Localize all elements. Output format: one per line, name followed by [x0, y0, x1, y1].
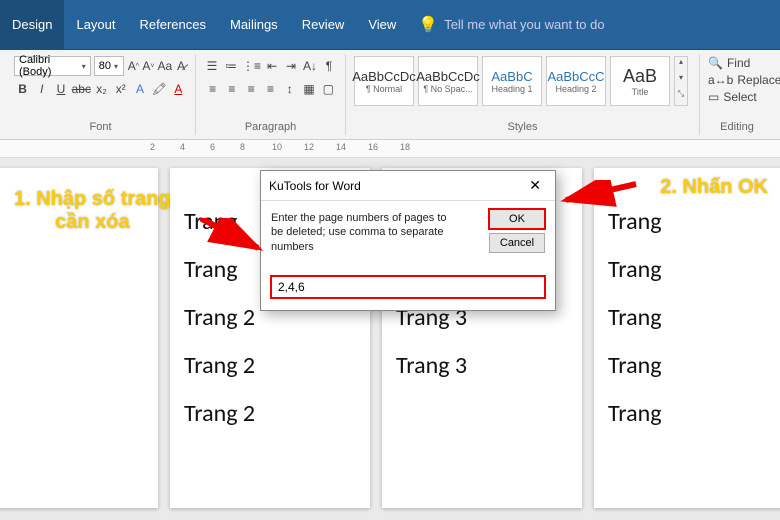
align-left-icon[interactable]: ≡ — [204, 79, 221, 99]
chevron-down-icon: ▾ — [114, 62, 118, 71]
arrow-1 — [200, 218, 270, 258]
replace-button[interactable]: a↔bReplace — [708, 73, 766, 87]
tab-view[interactable]: View — [356, 0, 408, 49]
cancel-button[interactable]: Cancel — [489, 233, 545, 253]
shrink-font-icon[interactable]: A˅ — [142, 56, 154, 76]
tab-design[interactable]: Design — [0, 0, 64, 49]
paragraph-group: ☰ ≔ ⋮≡ ⇤ ⇥ A↓ ¶ ≡ ≡ ≡ ≡ ↕ ▦ ▢ Paragraph — [196, 54, 346, 135]
shading-icon[interactable]: ▦ — [300, 79, 317, 99]
subscript-icon[interactable]: x₂ — [93, 79, 110, 99]
bullets-icon[interactable]: ☰ — [204, 56, 220, 76]
ok-button[interactable]: OK — [489, 209, 545, 229]
find-button[interactable]: 🔍Find — [708, 56, 766, 70]
bold-icon[interactable]: B — [14, 79, 31, 99]
dialog-title: KuTools for Word — [269, 179, 361, 193]
chevron-down-icon: ▾ — [82, 62, 86, 71]
page-col4[interactable]: Trang Trang Trang Trang Trang — [594, 168, 780, 508]
strike-icon[interactable]: abc — [72, 79, 91, 99]
font-group-label: Font — [14, 121, 187, 135]
annotation-2: 2. Nhấn OK — [660, 176, 768, 199]
highlight-icon[interactable]: 🖍 — [151, 79, 168, 99]
align-center-icon[interactable]: ≡ — [223, 79, 240, 99]
superscript-icon[interactable]: x² — [112, 79, 129, 99]
select-button[interactable]: ▭Select — [708, 90, 766, 104]
indent-left-icon[interactable]: ⇤ — [264, 56, 280, 76]
styles-group: AaBbCcDc¶ Normal AaBbCcDc¶ No Spac... Aa… — [346, 54, 700, 135]
text-effects-icon[interactable]: A — [131, 79, 148, 99]
change-case-icon[interactable]: Aa — [157, 56, 172, 76]
font-group: Calibri (Body)▾ 80▾ A^ A˅ Aa A̷ B I U ab… — [6, 54, 196, 135]
justify-icon[interactable]: ≡ — [262, 79, 279, 99]
style-title[interactable]: AaBTitle — [610, 56, 670, 106]
style-no-spacing[interactable]: AaBbCcDc¶ No Spac... — [418, 56, 478, 106]
tab-layout[interactable]: Layout — [64, 0, 127, 49]
underline-icon[interactable]: U — [52, 79, 69, 99]
font-size-select[interactable]: 80▾ — [94, 56, 125, 76]
pilcrow-icon[interactable]: ¶ — [321, 56, 337, 76]
ribbon-tabs: Design Layout References Mailings Review… — [0, 0, 780, 50]
paragraph-group-label: Paragraph — [204, 121, 337, 135]
indent-right-icon[interactable]: ⇥ — [283, 56, 299, 76]
clear-format-icon[interactable]: A̷ — [175, 56, 187, 76]
annotation-1: 1. Nhập số trang cần xóa — [14, 188, 171, 234]
tell-me-input[interactable]: Tell me what you want to do — [444, 0, 604, 49]
dialog-message: Enter the page numbers of pages to be de… — [271, 211, 461, 254]
style-heading2[interactable]: AaBbCcCHeading 2 — [546, 56, 606, 106]
italic-icon[interactable]: I — [33, 79, 50, 99]
grow-font-icon[interactable]: A^ — [127, 56, 139, 76]
arrow-2 — [560, 180, 640, 210]
multilevel-icon[interactable]: ⋮≡ — [242, 56, 261, 76]
styles-group-label: Styles — [354, 121, 691, 135]
find-icon: 🔍 — [708, 56, 723, 70]
kutools-dialog: KuTools for Word ✕ Enter the page number… — [260, 170, 556, 311]
style-heading1[interactable]: AaBbCHeading 1 — [482, 56, 542, 106]
page-numbers-input[interactable] — [271, 276, 545, 298]
style-normal[interactable]: AaBbCcDc¶ Normal — [354, 56, 414, 106]
select-icon: ▭ — [708, 90, 719, 104]
font-color-icon[interactable]: A — [170, 79, 187, 99]
editing-group: 🔍Find a↔bReplace ▭Select Editing — [700, 54, 774, 135]
editing-group-label: Editing — [708, 121, 766, 135]
line-spacing-icon[interactable]: ↕ — [281, 79, 298, 99]
replace-icon: a↔b — [708, 73, 733, 87]
lightbulb-icon: 💡 — [418, 0, 438, 49]
borders-icon[interactable]: ▢ — [320, 79, 337, 99]
align-right-icon[interactable]: ≡ — [243, 79, 260, 99]
numbering-icon[interactable]: ≔ — [223, 56, 239, 76]
font-name-select[interactable]: Calibri (Body)▾ — [14, 56, 91, 76]
styles-expand[interactable]: ▴▾⤡ — [674, 56, 688, 106]
tab-references[interactable]: References — [128, 0, 218, 49]
ruler: 2 4 6 8 10 12 14 16 18 — [0, 140, 780, 158]
sort-icon[interactable]: A↓ — [302, 56, 318, 76]
ribbon: Calibri (Body)▾ 80▾ A^ A˅ Aa A̷ B I U ab… — [0, 50, 780, 140]
tab-review[interactable]: Review — [290, 0, 357, 49]
tab-mailings[interactable]: Mailings — [218, 0, 290, 49]
close-icon[interactable]: ✕ — [523, 177, 547, 194]
